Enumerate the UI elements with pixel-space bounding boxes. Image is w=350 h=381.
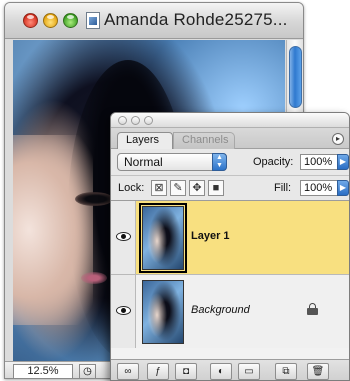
lock-transparency-icon[interactable]: ⊠: [151, 180, 167, 196]
blend-row: Normal ▲ ▼ Opacity: 100% ▶: [111, 150, 349, 174]
mask-icon[interactable]: ◘: [175, 363, 197, 380]
fill-field[interactable]: 100%: [300, 180, 338, 196]
lock-move-icon[interactable]: ✥: [189, 180, 205, 196]
document-titlebar[interactable]: Amanda Rohde25275...: [5, 3, 303, 39]
lock-label: Lock:: [118, 182, 145, 194]
fill-label: Fill:: [274, 182, 292, 194]
blend-mode-select[interactable]: Normal ▲ ▼: [117, 153, 227, 171]
palette-titlebar[interactable]: [111, 113, 349, 128]
visibility-cell[interactable]: [111, 275, 136, 348]
opacity-field[interactable]: 100%: [300, 154, 338, 170]
portrait-lips: [81, 272, 107, 284]
layer-name: Layer 1: [191, 230, 230, 242]
minimize-button[interactable]: [43, 13, 58, 28]
layers-list-empty-area: [111, 348, 349, 359]
portrait-eye: [75, 192, 113, 206]
opacity-label: Opacity:: [253, 156, 294, 168]
tab-channels[interactable]: Channels: [173, 132, 235, 149]
lock-all-icon[interactable]: ■: [208, 180, 224, 196]
folder-icon[interactable]: ▭: [238, 363, 260, 380]
layer-row-background[interactable]: Background: [111, 275, 349, 349]
palette-close-button[interactable]: [118, 116, 127, 125]
adjustment-icon[interactable]: ◐: [210, 363, 232, 380]
palette-tabs: Layers Channels ▸: [111, 128, 349, 149]
palette-footer: ∞ ƒ ◘ ◐ ▭ ⧉ 🗑: [111, 359, 349, 380]
scrollbar-thumb[interactable]: [289, 46, 302, 108]
lock-icon: [307, 303, 318, 315]
fill-slider-arrow-icon[interactable]: ▶: [337, 180, 349, 196]
layer-name: Background: [191, 304, 250, 316]
portrait-face: [13, 135, 93, 325]
layers-palette: Layers Channels ▸ Normal ▲ ▼ Opacity: 100…: [110, 112, 350, 381]
close-button[interactable]: [23, 13, 38, 28]
layer-style-icon[interactable]: ƒ: [147, 363, 169, 380]
document-proxy-icon[interactable]: [86, 12, 100, 29]
palette-menu-icon[interactable]: ▸: [332, 133, 344, 145]
zoom-button[interactable]: [63, 13, 78, 28]
tab-layers[interactable]: Layers: [117, 132, 173, 149]
eye-icon[interactable]: [116, 232, 131, 241]
layer-thumbnail: [139, 203, 187, 273]
opacity-slider-arrow-icon[interactable]: ▶: [337, 154, 349, 170]
layers-list: Layer 1 Background: [111, 200, 349, 349]
new-layer-icon[interactable]: ⧉: [275, 363, 297, 380]
zoom-level-field[interactable]: 12.5%: [13, 364, 73, 378]
visibility-cell[interactable]: [111, 201, 136, 274]
layer-row-layer-1[interactable]: Layer 1: [111, 201, 349, 275]
chevron-updown-icon: ▲ ▼: [212, 153, 227, 171]
lock-row: Lock: ⊠ ✎ ✥ ■ Fill: 100% ▶: [111, 175, 349, 199]
layer-thumbnail: [142, 280, 184, 344]
blend-mode-value: Normal: [124, 155, 163, 169]
lock-brush-icon[interactable]: ✎: [170, 180, 186, 196]
link-icon[interactable]: ∞: [117, 363, 139, 380]
status-menu-icon[interactable]: ◷: [79, 364, 96, 378]
trash-icon[interactable]: 🗑: [307, 363, 329, 380]
document-title: Amanda Rohde25275...: [104, 10, 288, 29]
eye-icon[interactable]: [116, 306, 131, 315]
palette-zoom-button[interactable]: [144, 116, 153, 125]
palette-minimize-button[interactable]: [131, 116, 140, 125]
